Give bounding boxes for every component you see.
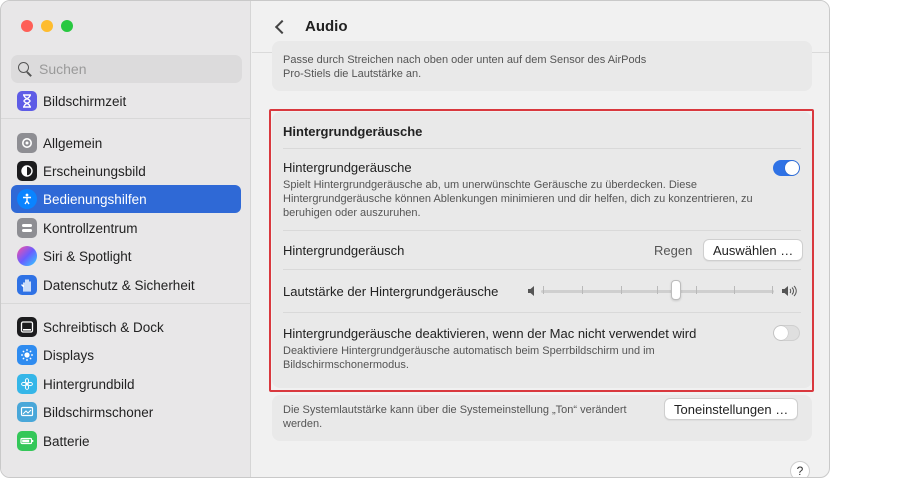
background-sounds-label: Hintergrundgeräusche [283, 160, 412, 175]
volume-high-icon [781, 284, 799, 302]
volume-low-icon [527, 284, 537, 302]
close-window-button[interactable] [21, 20, 33, 32]
slider-tick [657, 286, 658, 294]
row-separator [283, 269, 801, 270]
airpods-volume-note: Passe durch Streichen nach oben oder unt… [283, 54, 647, 80]
sidebar-divider [1, 303, 251, 304]
sidebar-item-screensaver[interactable]: Bildschirmschoner [11, 398, 241, 426]
gear-icon [17, 133, 37, 153]
sidebar-item-control-center[interactable]: Kontrollzentrum [11, 214, 241, 242]
hand-icon [17, 275, 37, 295]
sidebar-item-label: Schreibtisch & Dock [43, 319, 164, 335]
minimize-window-button[interactable] [41, 20, 53, 32]
control-center-icon [17, 218, 37, 238]
sidebar-item-displays[interactable]: Displays [11, 341, 241, 369]
toggle-knob [774, 326, 788, 340]
sidebar-item-appearance[interactable]: Erscheinungsbild [11, 157, 241, 185]
background-sounds-toggle[interactable] [773, 160, 800, 176]
choose-sound-button[interactable]: Auswählen … [703, 239, 804, 261]
section-title: Hintergrundgeräusche [283, 124, 423, 139]
zoom-window-button[interactable] [61, 20, 73, 32]
deactivate-when-idle-description: Deaktiviere Hintergrundgeräusche automat… [283, 345, 655, 371]
sidebar-item-label: Bildschirmzeit [43, 93, 127, 109]
search-icon [17, 61, 33, 77]
background-sounds-description: Spielt Hintergrundgeräusche ab, um unerw… [283, 179, 753, 219]
sidebar: Bildschirmzeit Allgemein Erscheinungsbil… [1, 1, 251, 477]
back-chevron-icon[interactable] [274, 19, 290, 34]
slider-tick [772, 286, 773, 294]
sidebar-divider [1, 118, 251, 119]
sidebar-item-screen-time[interactable]: Bildschirmzeit [11, 87, 241, 115]
background-sound-label: Hintergrundgeräusch [283, 243, 405, 258]
sidebar-item-label: Batterie [43, 433, 90, 449]
background-sound-value: Regen [654, 243, 693, 258]
slider-tick [621, 286, 622, 294]
slider-tick [696, 286, 697, 294]
sound-settings-button[interactable]: Toneinstellungen … [664, 398, 799, 420]
battery-icon [17, 431, 37, 451]
sidebar-item-desktop-dock[interactable]: Schreibtisch & Dock [11, 313, 241, 341]
airpods-volume-card: Passe durch Streichen nach oben oder unt… [272, 41, 812, 91]
sidebar-item-privacy-security[interactable]: Datenschutz & Sicherheit [11, 271, 241, 299]
sidebar-item-label: Hintergrundbild [43, 376, 135, 392]
dock-icon [17, 317, 37, 337]
accessibility-icon [17, 189, 37, 209]
search-input[interactable] [39, 61, 229, 77]
sidebar-item-label: Erscheinungsbild [43, 163, 146, 179]
sidebar-item-accessibility[interactable]: Bedienungshilfen [11, 185, 241, 213]
hourglass-icon [17, 91, 37, 111]
sidebar-item-general[interactable]: Allgemein [11, 129, 241, 157]
sidebar-item-label: Allgemein [43, 135, 103, 151]
sidebar-item-label: Datenschutz & Sicherheit [43, 277, 195, 293]
row-separator [283, 312, 801, 313]
slider-tick [734, 286, 735, 294]
settings-window: Bildschirmzeit Allgemein Erscheinungsbil… [0, 0, 830, 478]
slider-tick [543, 286, 544, 294]
displays-icon [17, 345, 37, 365]
row-separator [283, 148, 801, 149]
wallpaper-icon [17, 374, 37, 394]
sidebar-item-siri-spotlight[interactable]: Siri & Spotlight [11, 242, 241, 270]
siri-icon [17, 246, 37, 266]
slider-tick [582, 286, 583, 294]
screensaver-icon [17, 402, 37, 422]
sidebar-item-label: Bedienungshilfen [43, 191, 147, 207]
window-controls [21, 20, 73, 32]
volume-slider-thumb[interactable] [671, 280, 682, 300]
search-field[interactable] [11, 55, 242, 83]
deactivate-when-idle-toggle[interactable] [773, 325, 800, 341]
sidebar-item-label: Kontrollzentrum [43, 220, 138, 236]
help-button[interactable]: ? [790, 461, 810, 477]
background-sound-volume-label: Lautstärke der Hintergrundgeräusche [283, 284, 499, 299]
appearance-icon [17, 161, 37, 181]
row-separator [283, 230, 801, 231]
deactivate-when-idle-label: Hintergrundgeräusche deaktivieren, wenn … [283, 326, 697, 341]
toggle-knob [785, 161, 799, 175]
sidebar-item-label: Bildschirmschoner [43, 404, 154, 420]
sidebar-item-wallpaper[interactable]: Hintergrundbild [11, 370, 241, 398]
sidebar-item-label: Displays [43, 347, 95, 363]
page-title: Audio [305, 18, 348, 35]
sidebar-item-label: Siri & Spotlight [43, 248, 132, 264]
system-volume-note: Die Systemlautstärke kann über die Syste… [283, 404, 627, 430]
sidebar-item-battery[interactable]: Batterie [11, 427, 241, 455]
